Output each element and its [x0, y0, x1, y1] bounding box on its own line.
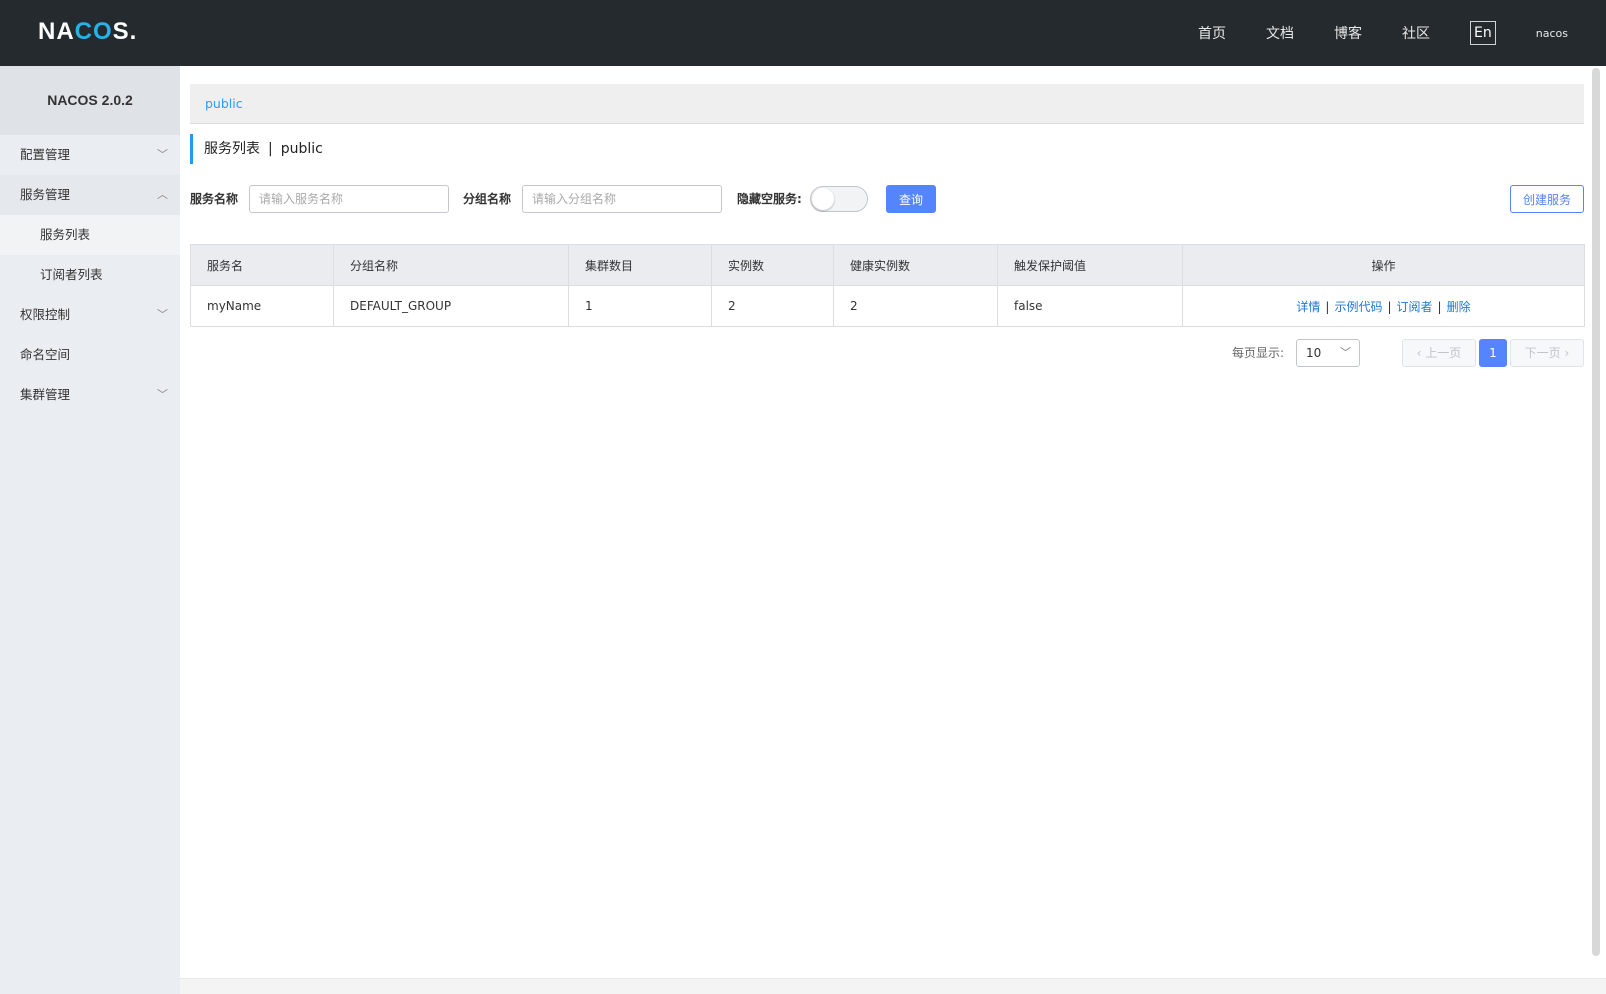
- sidebar-item-label: 命名空间: [20, 347, 71, 362]
- op-separator: |: [1387, 299, 1392, 314]
- logo-text-accent: CO: [74, 18, 113, 45]
- sample-code-link[interactable]: 示例代码: [1334, 300, 1382, 314]
- sidebar-version-title: NACOS 2.0.2: [0, 66, 180, 135]
- sidebar-item-access-control[interactable]: 权限控制 ﹀: [0, 295, 180, 335]
- sidebar: NACOS 2.0.2 配置管理 ﹀ 服务管理 ︿ 服务列表 订阅者列表 权限控…: [0, 66, 180, 994]
- sidebar-item-label: 集群管理: [20, 387, 71, 402]
- column-header: 集群数目: [568, 244, 712, 286]
- cell-group-name: DEFAULT_GROUP: [333, 285, 569, 327]
- pagination: 每页显示: 10 ﹀ ‹ 上一页 1 下一页 ›: [190, 339, 1584, 367]
- namespace-public-link[interactable]: public: [205, 96, 243, 111]
- sidebar-item-namespace[interactable]: 命名空间: [0, 335, 180, 375]
- sidebar-item-config-management[interactable]: 配置管理 ﹀: [0, 135, 180, 175]
- sidebar-item-service-management[interactable]: 服务管理 ︿: [0, 175, 180, 215]
- details-link[interactable]: 详情: [1296, 300, 1320, 314]
- prev-page-label: 上一页: [1425, 346, 1462, 360]
- cell-threshold: false: [997, 285, 1183, 327]
- query-button[interactable]: 查询: [886, 185, 936, 213]
- page-title: 服务列表 | public: [190, 134, 323, 164]
- column-header: 健康实例数: [833, 244, 998, 286]
- logo-text-end: S.: [112, 18, 138, 45]
- service-name-input[interactable]: [249, 185, 449, 213]
- delete-link[interactable]: 删除: [1447, 300, 1471, 314]
- main-content: public 服务列表 | public 服务名称 分组名称 隐藏空服务: 查询 创…: [180, 66, 1590, 980]
- chevron-down-icon: ﹀: [1340, 346, 1351, 359]
- nav-blog[interactable]: 博客: [1334, 23, 1362, 43]
- sidebar-item-service-list[interactable]: 服务列表: [0, 215, 180, 255]
- chevron-down-icon: ﹀: [157, 308, 168, 321]
- column-header: 分组名称: [333, 244, 569, 286]
- table-header-row: 服务名 分组名称 集群数目 实例数 健康实例数 触发保护阈值 操作: [190, 244, 1585, 286]
- chevron-down-icon: ﹀: [157, 148, 168, 161]
- cell-healthy-count: 2: [833, 285, 998, 327]
- nav-community[interactable]: 社区: [1402, 23, 1430, 43]
- column-header: 操作: [1182, 244, 1585, 286]
- top-nav: 首页 文档 博客 社区 En nacos: [1198, 0, 1606, 66]
- op-separator: |: [1325, 299, 1330, 314]
- namespace-bar: public: [190, 84, 1584, 124]
- per-page-select[interactable]: 10 ﹀: [1296, 339, 1360, 367]
- create-service-button[interactable]: 创建服务: [1510, 185, 1584, 213]
- service-name-label: 服务名称: [190, 192, 239, 206]
- chevron-left-icon: ‹: [1416, 346, 1426, 360]
- cell-cluster-count: 1: [568, 285, 712, 327]
- prev-page-button[interactable]: ‹ 上一页: [1402, 339, 1476, 367]
- sidebar-item-label: 配置管理: [20, 147, 71, 162]
- cell-instance-count: 2: [711, 285, 834, 327]
- page-title-namespace: public: [280, 141, 323, 157]
- sidebar-item-label: 服务管理: [20, 187, 71, 202]
- page-title-text: 服务列表: [204, 141, 260, 157]
- language-toggle-button[interactable]: En: [1470, 21, 1496, 45]
- nav-home[interactable]: 首页: [1198, 23, 1226, 43]
- bottom-bar: [180, 978, 1606, 994]
- subscribers-link[interactable]: 订阅者: [1397, 300, 1433, 314]
- per-page-value: 10: [1306, 346, 1322, 360]
- chevron-up-icon: ︿: [157, 188, 168, 201]
- page-1-button[interactable]: 1: [1479, 339, 1507, 367]
- column-header: 实例数: [711, 244, 834, 286]
- filter-row: 服务名称 分组名称 隐藏空服务: 查询 创建服务: [190, 185, 1584, 213]
- next-page-label: 下一页: [1524, 346, 1561, 360]
- logo-text: NA: [38, 18, 75, 45]
- table-row: myName DEFAULT_GROUP 1 2 2 false 详情 | 示例代码…: [190, 285, 1585, 327]
- hide-empty-toggle[interactable]: [810, 186, 868, 212]
- chevron-down-icon: ﹀: [157, 388, 168, 401]
- title-separator: |: [268, 141, 273, 157]
- group-name-label: 分组名称: [463, 192, 512, 206]
- sidebar-item-subscriber-list[interactable]: 订阅者列表: [0, 255, 180, 295]
- sidebar-item-cluster-management[interactable]: 集群管理 ﹀: [0, 375, 180, 415]
- chevron-right-icon: ›: [1560, 346, 1570, 360]
- sidebar-item-label: 权限控制: [20, 307, 71, 322]
- toggle-knob: [812, 188, 834, 210]
- cell-operations: 详情 | 示例代码 | 订阅者 | 删除: [1182, 285, 1585, 327]
- column-header: 触发保护阈值: [997, 244, 1183, 286]
- nav-docs[interactable]: 文档: [1266, 23, 1294, 43]
- user-name[interactable]: nacos: [1536, 27, 1568, 40]
- group-name-input[interactable]: [522, 185, 722, 213]
- column-header: 服务名: [190, 244, 334, 286]
- per-page-label: 每页显示:: [1231, 346, 1284, 360]
- nacos-logo[interactable]: NACOS.: [38, 17, 137, 47]
- top-bar: NACOS. 首页 文档 博客 社区 En nacos: [0, 0, 1606, 66]
- service-table: 服务名 分组名称 集群数目 实例数 健康实例数 触发保护阈值 操作 myName…: [190, 244, 1585, 327]
- cell-service-name: myName: [190, 285, 334, 327]
- op-separator: |: [1437, 299, 1442, 314]
- hide-empty-label: 隐藏空服务:: [737, 192, 802, 206]
- next-page-button[interactable]: 下一页 ›: [1510, 339, 1584, 367]
- vertical-scrollbar[interactable]: [1592, 68, 1600, 956]
